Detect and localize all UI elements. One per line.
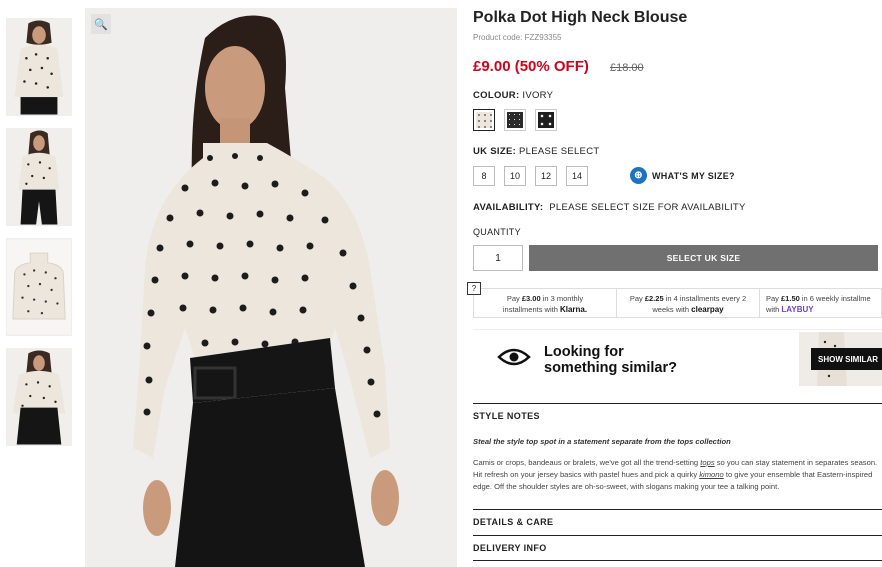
availability: AVAILABILITY: PLEASE SELECT SIZE FOR AVA… bbox=[473, 202, 746, 213]
similar-line-2: something similar? bbox=[544, 360, 677, 376]
quantity-input[interactable]: 1 bbox=[473, 245, 523, 271]
section-divider bbox=[473, 560, 882, 561]
size-label: UK SIZE: PLEASE SELECT bbox=[473, 146, 599, 157]
laybuy-option[interactable]: Pay £1.50 in 6 weekly installme with LAY… bbox=[760, 289, 881, 317]
style-notes-section: STYLE NOTES bbox=[473, 403, 882, 421]
availability-label: AVAILABILITY: bbox=[473, 202, 544, 213]
thumbnail-image bbox=[7, 19, 71, 115]
thumbnail-1[interactable] bbox=[6, 18, 72, 116]
style-notes-title[interactable]: STYLE NOTES bbox=[473, 404, 882, 421]
clearpay-option[interactable]: Pay £2.25 in 4 installments every 2 week… bbox=[617, 289, 760, 317]
model-photo bbox=[85, 8, 457, 567]
details-care-title[interactable]: DETAILS & CARE bbox=[473, 510, 882, 527]
laybuy-line2: with bbox=[766, 305, 782, 314]
thumbnail-image bbox=[7, 239, 71, 335]
klarna-logo: Klarna. bbox=[559, 305, 588, 314]
colour-label: COLOUR: IVORY bbox=[473, 90, 553, 101]
product-main-image[interactable]: 🔍 bbox=[85, 8, 457, 567]
klarna-option[interactable]: Pay £3.00 in 3 monthly installments with… bbox=[474, 289, 617, 317]
eye-icon bbox=[497, 348, 531, 366]
colour-swatches bbox=[473, 109, 557, 131]
availability-value: PLEASE SELECT SIZE FOR AVAILABILITY bbox=[549, 202, 746, 213]
show-similar-button[interactable]: SHOW SIMILAR bbox=[811, 348, 882, 370]
size-option-14[interactable]: 14 bbox=[566, 166, 588, 186]
swatch-black[interactable] bbox=[504, 109, 526, 131]
tops-link[interactable]: tops bbox=[700, 458, 714, 467]
swatch-black-large-dot[interactable] bbox=[535, 109, 557, 131]
thumbnail-image bbox=[7, 349, 71, 445]
hanger-icon: ⊕ bbox=[630, 167, 647, 184]
swatch-fill bbox=[476, 112, 492, 128]
size-option-12[interactable]: 12 bbox=[535, 166, 557, 186]
size-option-10[interactable]: 10 bbox=[504, 166, 526, 186]
clearpay-pre: Pay bbox=[629, 294, 645, 303]
size-value: PLEASE SELECT bbox=[519, 146, 600, 157]
notes-text-1: Camis or crops, bandeaus or bralets, we'… bbox=[473, 458, 701, 467]
product-title: Polka Dot High Neck Blouse bbox=[473, 9, 688, 26]
laybuy-amount: £1.50 bbox=[781, 294, 800, 303]
colour-value: IVORY bbox=[522, 90, 554, 101]
clearpay-amount: £2.25 bbox=[644, 294, 664, 303]
swatch-fill bbox=[507, 112, 523, 128]
thumbnail-4[interactable] bbox=[6, 348, 72, 446]
quantity-label: QUANTITY bbox=[473, 227, 521, 237]
klarna-pre: Pay bbox=[506, 294, 522, 303]
laybuy-logo: LAYBUY bbox=[781, 305, 814, 314]
laybuy-pre: Pay bbox=[766, 294, 782, 303]
similar-line-1: Looking for bbox=[544, 344, 624, 360]
magnifier-icon[interactable]: 🔍 bbox=[91, 14, 111, 34]
thumbnail-2[interactable] bbox=[6, 128, 72, 226]
thumbnail-list bbox=[6, 18, 74, 458]
colour-label-key: COLOUR: bbox=[473, 90, 520, 101]
thumbnail-3[interactable] bbox=[6, 238, 72, 336]
kimono-link[interactable]: kimono bbox=[699, 470, 723, 479]
klarna-mid: in 3 monthly bbox=[540, 294, 584, 303]
klarna-amount: £3.00 bbox=[521, 294, 541, 303]
klarna-line2: installments with bbox=[502, 305, 560, 314]
product-code: Product code: FZZ93355 bbox=[473, 33, 562, 42]
sale-price: £9.00 (50% OFF) bbox=[473, 58, 589, 75]
clearpay-line2: weeks with bbox=[652, 305, 692, 314]
payment-help-icon[interactable]: ? bbox=[467, 282, 481, 295]
whats-my-size-link[interactable]: ⊕ WHAT'S MY SIZE? bbox=[630, 167, 735, 184]
delivery-info-section: DELIVERY INFO bbox=[473, 535, 882, 553]
thumbnail-image bbox=[7, 129, 71, 225]
size-options: 8 10 12 14 bbox=[473, 166, 588, 186]
swatch-fill bbox=[538, 112, 554, 128]
select-size-button[interactable]: SELECT UK SIZE bbox=[529, 245, 878, 271]
original-price: £18.00 bbox=[610, 62, 644, 74]
clearpay-logo: clearpay bbox=[691, 305, 724, 314]
similar-heading: Looking for something similar? bbox=[544, 344, 677, 376]
swatch-ivory[interactable] bbox=[473, 109, 495, 131]
clearpay-mid: in 4 installments every 2 bbox=[663, 294, 747, 303]
size-option-8[interactable]: 8 bbox=[473, 166, 495, 186]
similar-products-banner: Looking for something similar? SHOW SIMI… bbox=[473, 329, 882, 387]
delivery-info-title[interactable]: DELIVERY INFO bbox=[473, 536, 882, 553]
style-notes-body: Camis or crops, bandeaus or bralets, we'… bbox=[473, 457, 882, 493]
details-care-section: DETAILS & CARE bbox=[473, 509, 882, 527]
payment-options: Pay £3.00 in 3 monthly installments with… bbox=[473, 288, 882, 318]
whats-my-size-label: WHAT'S MY SIZE? bbox=[652, 170, 735, 181]
style-notes-intro: Steal the style top spot in a statement … bbox=[473, 437, 731, 446]
size-label-key: UK SIZE: bbox=[473, 146, 517, 157]
laybuy-mid: in 6 weekly installme bbox=[799, 294, 871, 303]
